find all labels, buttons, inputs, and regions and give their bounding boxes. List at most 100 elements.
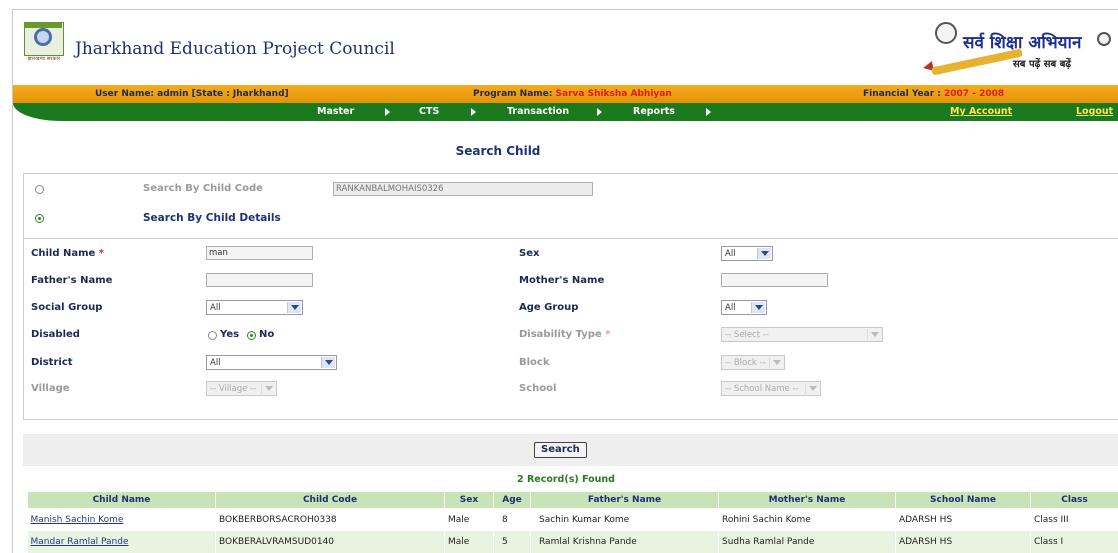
session-info-bar: User Name: admin [State : Jharkhand] Pro… [13,85,1118,103]
school-name-cell: ADARSH HS [896,509,1031,532]
nav-item-cts[interactable]: CTS [419,106,439,117]
results-table: Child Name Child Code Sex Age Father's N… [27,491,1118,553]
site-title: Jharkhand Education Project Council [75,39,395,59]
nav-item-reports[interactable]: Reports [633,106,675,117]
column-header-fathers-name[interactable]: Father's Name [531,492,719,509]
required-marker: * [605,329,610,340]
chevron-down-icon [805,383,819,394]
village-label: Village [31,383,70,394]
submenu-arrow-icon [706,108,711,116]
search-by-code-label: Search By Child Code [143,183,263,194]
chevron-down-icon [757,248,771,259]
mothers-name-input[interactable] [721,273,828,287]
disabled-no-label: No [259,329,274,340]
financial-year-info: Financial Year : 2007 - 2008 [863,89,1004,99]
ssa-logo: सर्व शिक्षा अभियान सब पढ़ें सब बढ़ें [917,18,1117,80]
jharkhand-emblem-logo: झारखण्ड सरकार [21,22,67,66]
school-name-cell: ADARSH HS [896,531,1031,553]
age-group-label: Age Group [519,302,578,313]
age-cell: 8 [494,509,531,532]
program-info: Program Name: Sarva Shiksha Abhiyan [473,89,672,99]
child-figure-icon [1097,32,1111,46]
child-figure-icon [935,22,957,44]
nav-item-master[interactable]: Master [317,106,354,117]
column-header-sex[interactable]: Sex [445,492,494,509]
disability-type-select[interactable]: -- Select -- [721,327,883,342]
column-header-class[interactable]: Class [1031,492,1118,509]
village-select[interactable]: -- Village -- [206,381,277,396]
search-button[interactable]: Search [534,442,587,458]
fathers-name-cell: Sachin Kumar Kome [531,509,719,532]
sex-label: Sex [519,248,539,259]
logout-link[interactable]: Logout [1076,106,1113,117]
child-code-input[interactable]: RANKANBALMOHAIS0326 [333,182,593,196]
child-name-input[interactable]: man [206,246,313,260]
fathers-name-input[interactable] [206,273,313,287]
column-header-age[interactable]: Age [494,492,531,509]
search-criteria-form: Child Name * man Sex All Father's Name M… [23,237,1118,420]
school-select[interactable]: -- School Name -- [721,381,821,396]
program-name-value: Sarva Shiksha Abhiyan [556,89,672,99]
search-by-code-radio[interactable] [35,185,44,194]
child-name-cell[interactable]: Manish Sachin Kome [28,509,216,532]
records-found-count: 2 Record(s) Found [13,474,1118,485]
nav-item-transaction[interactable]: Transaction [507,106,569,117]
sex-cell: Male [445,509,494,532]
search-by-details-radio[interactable] [35,214,44,223]
block-select[interactable]: -- Block -- [721,355,785,370]
school-label: School [519,383,556,394]
chevron-down-icon [287,302,301,313]
disabled-yes-radio[interactable] [208,331,217,340]
mothers-name-cell: Sudha Ramlal Pande [719,531,896,553]
column-header-school-name[interactable]: School Name [896,492,1031,509]
disabled-no-radio[interactable] [247,331,256,340]
district-label: District [31,357,73,368]
child-name-label: Child Name * [31,248,104,259]
submenu-arrow-icon [597,108,602,116]
financial-year-value: 2007 - 2008 [944,89,1004,99]
mothers-name-label: Mother's Name [519,275,604,286]
main-nav: Master CTS Transaction Reports My Accoun… [13,103,1118,127]
disabled-label: Disabled [31,329,80,340]
child-code-cell: BOKBERALVRAMSUD0140 [216,531,445,553]
chevron-down-icon [769,357,783,368]
my-account-link[interactable]: My Account [950,106,1012,117]
age-group-select[interactable]: All [721,300,767,315]
social-group-label: Social Group [31,302,102,313]
sex-cell: Male [445,531,494,553]
logo-caption: झारखण्ड सरकार [21,56,67,62]
child-name-link[interactable]: Manish Sachin Kome [31,515,124,525]
class-cell: Class I [1031,531,1118,553]
child-name-cell[interactable]: Mandar Ramlal Pande [28,531,216,553]
user-info: User Name: admin [State : Jharkhand] [95,89,289,99]
required-marker: * [99,248,104,259]
sex-select[interactable]: All [721,246,773,261]
submenu-arrow-icon [385,108,390,116]
table-header-row: Child Name Child Code Sex Age Father's N… [28,492,1118,509]
mothers-name-cell: Rohini Sachin Kome [719,509,896,532]
chevron-down-icon [321,357,335,368]
column-header-child-name[interactable]: Child Name [28,492,216,509]
age-cell: 5 [494,531,531,553]
child-name-link[interactable]: Mandar Ramlal Pande [31,537,129,547]
ssa-logo-tagline: सब पढ़ें सब बढ़ें [1013,56,1071,70]
block-label: Block [519,357,550,368]
search-by-details-label: Search By Child Details [143,212,281,224]
disabled-yes-label: Yes [220,329,239,340]
district-select[interactable]: All [206,355,337,370]
ssa-logo-text: सर्व शिक्षा अभियान [963,30,1081,53]
chevron-down-icon [867,329,881,340]
column-header-child-code[interactable]: Child Code [216,492,445,509]
class-cell: Class III [1031,509,1118,532]
page-title: Search Child [13,144,983,158]
fathers-name-label: Father's Name [31,275,112,286]
column-header-mothers-name[interactable]: Mother's Name [719,492,896,509]
disability-type-label: Disability Type * [519,329,610,340]
app-frame: झारखण्ड सरकार Jharkhand Education Projec… [12,9,1118,553]
search-mode-panel: Search By Child Code RANKANBALMOHAIS0326… [23,173,1118,239]
search-action-bar: Search [23,434,1118,466]
submenu-arrow-icon [471,108,476,116]
social-group-select[interactable]: All [206,300,303,315]
table-row: Manish Sachin Kome BOKBERBORSACROH0338 M… [28,509,1118,532]
chevron-down-icon [751,302,765,313]
